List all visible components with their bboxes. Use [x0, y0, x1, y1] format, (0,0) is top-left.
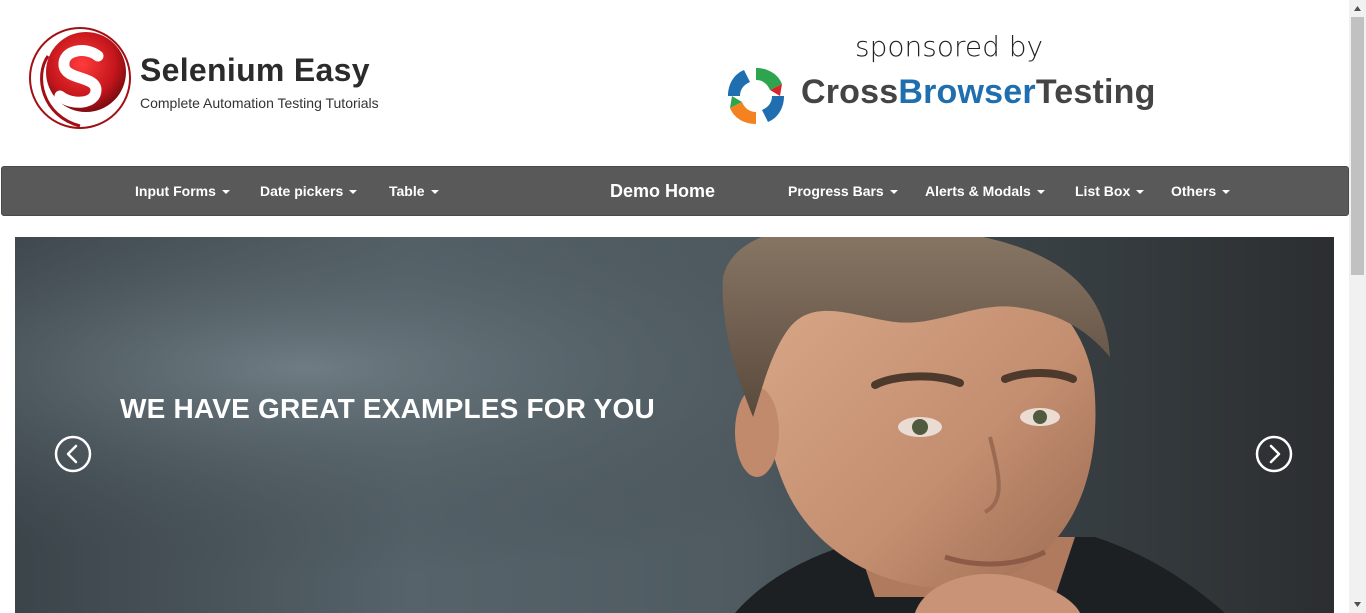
- nav-label: Demo Home: [610, 181, 716, 201]
- nav-label: Table: [389, 183, 425, 199]
- hero-photo: [15, 237, 1334, 613]
- nav-list-box[interactable]: List Box: [1075, 167, 1145, 215]
- crossbrowsertesting-logo-icon: [728, 68, 784, 124]
- nav-label: Date pickers: [260, 183, 344, 199]
- carousel-caption: WE HAVE GREAT EXAMPLES FOR YOU: [120, 393, 655, 424]
- sponsor-name-part3: Testing: [1035, 73, 1156, 111]
- nav-table[interactable]: Table: [389, 167, 439, 215]
- hero-carousel: WE HAVE GREAT EXAMPLES FOR YOU: [15, 237, 1334, 613]
- vertical-scrollbar[interactable]: [1349, 0, 1366, 613]
- sponsor-banner[interactable]: sponsored by CrossBrowserTesting: [720, 30, 1160, 130]
- nav-demo-home[interactable]: Demo Home: [610, 167, 715, 215]
- nav-label: Progress Bars: [788, 183, 884, 199]
- caret-down-icon: [221, 190, 230, 195]
- selenium-easy-logo-icon: [29, 27, 131, 129]
- scroll-down-arrow-icon[interactable]: [1349, 596, 1366, 613]
- carousel-next-button[interactable]: [1255, 435, 1293, 473]
- nav-input-forms[interactable]: Input Forms: [135, 167, 230, 215]
- page: Selenium Easy Complete Automation Testin…: [0, 0, 1349, 613]
- nav-label: Alerts & Modals: [925, 183, 1031, 199]
- sponsor-name-part1: Cross: [801, 73, 899, 111]
- caret-down-icon: [349, 190, 358, 195]
- site-brand[interactable]: Selenium Easy Complete Automation Testin…: [28, 26, 448, 130]
- nav-label: List Box: [1075, 183, 1131, 199]
- site-tagline: Complete Automation Testing Tutorials: [140, 95, 379, 111]
- sponsor-name: CrossBrowserTesting: [801, 73, 1156, 112]
- caret-down-icon: [1136, 190, 1145, 195]
- sponsor-label: sponsored by: [855, 30, 1044, 63]
- site-title: Selenium Easy: [140, 52, 370, 88]
- scrollbar-thumb[interactable]: [1351, 17, 1364, 275]
- caret-down-icon: [430, 190, 439, 195]
- nav-label: Input Forms: [135, 183, 216, 199]
- nav-others[interactable]: Others: [1171, 167, 1231, 215]
- nav-label: Others: [1171, 183, 1217, 199]
- chevron-right-icon: [1255, 435, 1293, 473]
- nav-progress-bars[interactable]: Progress Bars: [788, 167, 898, 215]
- caret-down-icon: [1036, 190, 1045, 195]
- caret-down-icon: [1222, 190, 1231, 195]
- main-navbar: Input Forms Date pickers Table Demo Home…: [1, 166, 1349, 216]
- chevron-left-icon: [54, 435, 92, 473]
- nav-alerts-modals[interactable]: Alerts & Modals: [925, 167, 1045, 215]
- caret-down-icon: [889, 190, 898, 195]
- scroll-up-arrow-icon[interactable]: [1349, 0, 1366, 17]
- carousel-prev-button[interactable]: [54, 435, 92, 473]
- sponsor-name-part2: Browser: [898, 73, 1036, 111]
- nav-date-pickers[interactable]: Date pickers: [260, 167, 358, 215]
